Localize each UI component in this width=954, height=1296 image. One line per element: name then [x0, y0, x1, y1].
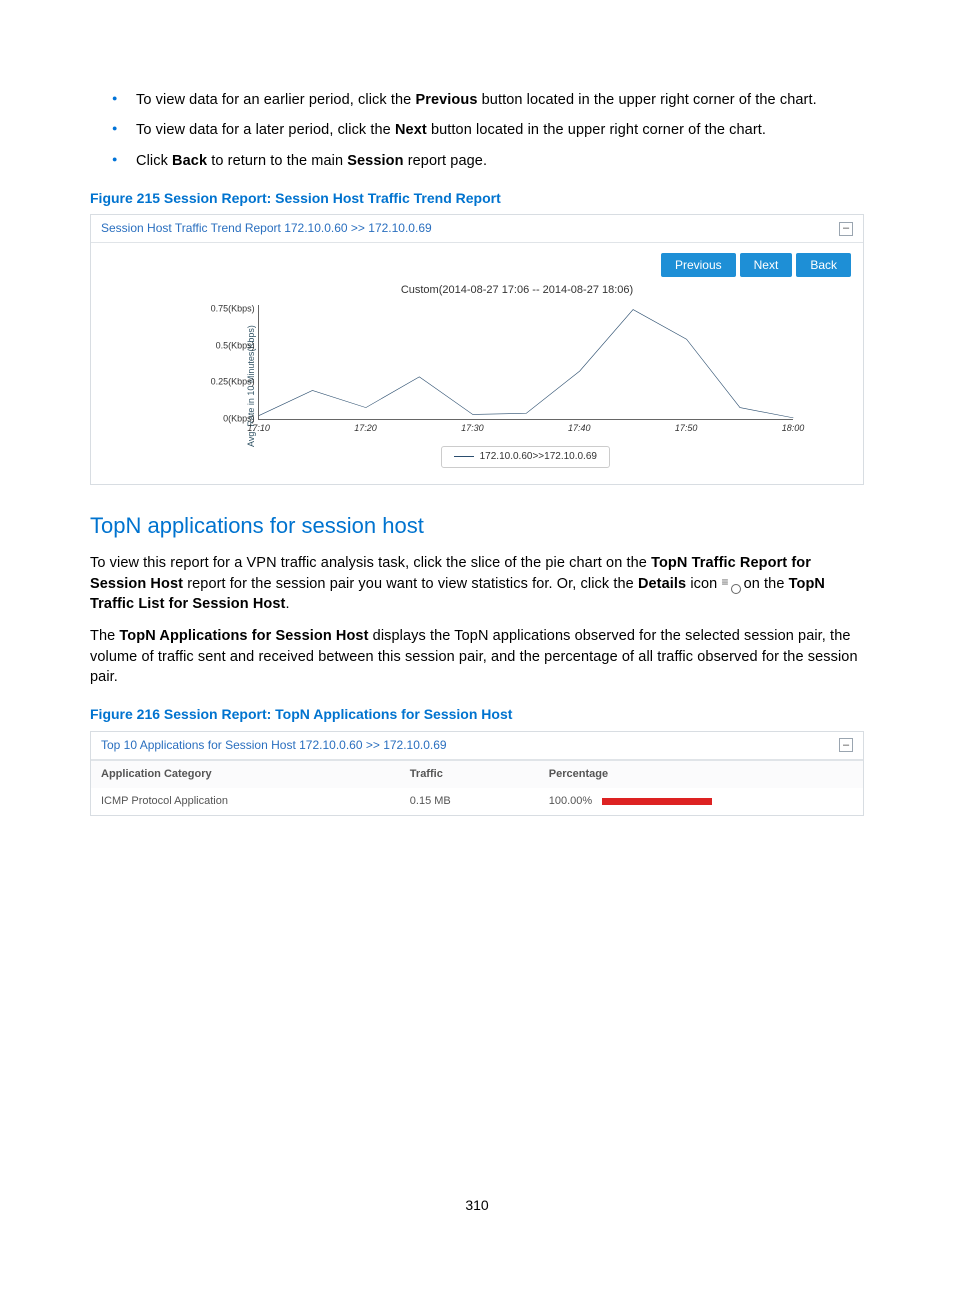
y-tick: 0.25(Kbps)	[201, 376, 255, 389]
chart-container: Custom(2014-08-27 17:06 -- 2014-08-27 18…	[91, 283, 863, 483]
panel-header: Top 10 Applications for Session Host 172…	[91, 732, 863, 760]
x-tick: 17:50	[675, 422, 698, 435]
collapse-icon[interactable]: –	[839, 738, 853, 752]
line-chart: 0.75(Kbps) 0.5(Kbps) 0.25(Kbps) 0(Kbps) …	[258, 305, 793, 420]
panel-title: Top 10 Applications for Session Host 172…	[101, 737, 447, 754]
table-row: ICMP Protocol Application 0.15 MB 100.00…	[91, 788, 863, 815]
figure-216-caption: Figure 216 Session Report: TopN Applicat…	[90, 705, 864, 725]
x-tick: 17:30	[461, 422, 484, 435]
instruction-item: Click Back to return to the main Session…	[118, 151, 864, 171]
next-button[interactable]: Next	[740, 253, 793, 277]
cell-app-category: ICMP Protocol Application	[91, 788, 400, 815]
instruction-item: To view data for an earlier period, clic…	[118, 90, 864, 110]
line-path	[259, 305, 793, 419]
col-app-category: Application Category	[91, 760, 400, 788]
details-icon	[721, 577, 739, 591]
previous-button[interactable]: Previous	[661, 253, 736, 277]
percentage-bar	[602, 798, 712, 805]
x-tick: 17:40	[568, 422, 591, 435]
x-tick: 17:20	[354, 422, 377, 435]
chart-title: Custom(2014-08-27 17:06 -- 2014-08-27 18…	[241, 283, 793, 298]
cell-traffic: 0.15 MB	[400, 788, 539, 815]
legend-swatch	[454, 456, 474, 457]
y-tick: 0.75(Kbps)	[201, 303, 255, 316]
panel-header: Session Host Traffic Trend Report 172.10…	[91, 215, 863, 243]
paragraph-1: To view this report for a VPN traffic an…	[90, 553, 864, 614]
col-percentage: Percentage	[539, 760, 863, 788]
applications-panel: Top 10 Applications for Session Host 172…	[90, 731, 864, 817]
x-tick: 18:00	[782, 422, 805, 435]
x-tick: 17:10	[247, 422, 270, 435]
section-heading: TopN applications for session host	[90, 511, 864, 542]
collapse-icon[interactable]: –	[839, 222, 853, 236]
instruction-item: To view data for a later period, click t…	[118, 120, 864, 140]
applications-table: Application Category Traffic Percentage …	[91, 760, 863, 816]
percentage-value: 100.00%	[549, 794, 592, 809]
legend-label: 172.10.0.60>>172.10.0.69	[480, 450, 597, 464]
page-number: 310	[90, 1196, 864, 1216]
figure-215-caption: Figure 215 Session Report: Session Host …	[90, 189, 864, 209]
instruction-list: To view data for an earlier period, clic…	[90, 90, 864, 171]
col-traffic: Traffic	[400, 760, 539, 788]
table-header-row: Application Category Traffic Percentage	[91, 760, 863, 788]
chart-legend: 172.10.0.60>>172.10.0.69	[441, 446, 610, 468]
paragraph-2: The TopN Applications for Session Host d…	[90, 626, 864, 687]
panel-title: Session Host Traffic Trend Report 172.10…	[101, 220, 432, 237]
cell-percentage: 100.00%	[539, 788, 863, 815]
y-tick: 0.5(Kbps)	[201, 339, 255, 352]
trend-report-panel: Session Host Traffic Trend Report 172.10…	[90, 214, 864, 484]
back-button[interactable]: Back	[796, 253, 851, 277]
chart-toolbar: Previous Next Back	[91, 243, 863, 283]
